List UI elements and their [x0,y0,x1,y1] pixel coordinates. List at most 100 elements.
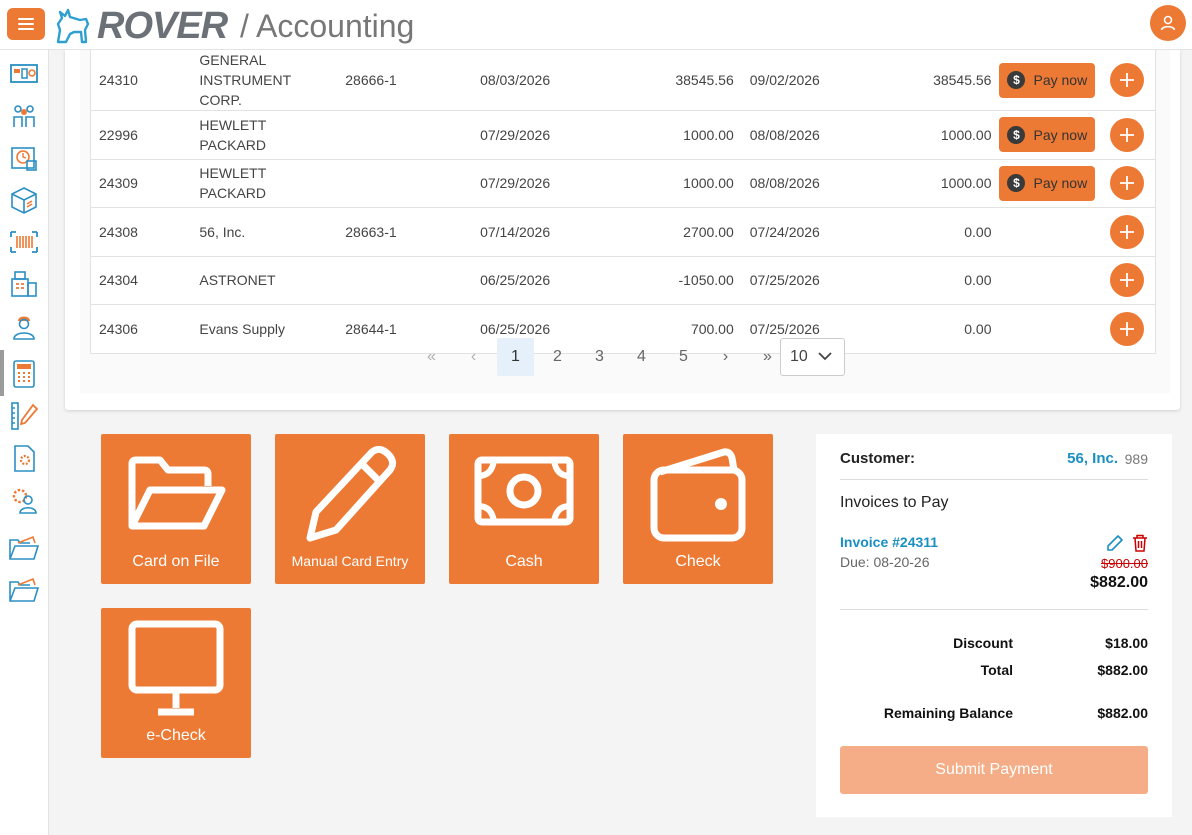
po-number-cell [337,256,473,305]
po-number-cell [337,110,473,160]
invoice-number-cell: 24304 [90,256,192,305]
balance-cell: 0.00 [841,304,1000,354]
payment-summary-panel: Customer: 56, Inc. 989 Invoices to Pay I… [816,434,1172,817]
page-size-select[interactable]: 10 [780,338,845,376]
sidebar-item-archive[interactable] [6,572,42,608]
invoice-date-cell: 08/03/2026 [472,50,592,111]
plus-icon [1120,273,1135,288]
pay-cell [999,304,1107,354]
add-to-payment-button[interactable] [1110,63,1145,97]
user-profile-button[interactable] [1150,5,1186,41]
table-row: 22996 HEWLETT PACKARD 07/29/2026 1000.00 08/… [90,110,1156,160]
page-button[interactable]: 3 [581,338,618,376]
folder-open-icon [128,456,226,530]
sidebar-item-user-settings[interactable] [6,482,42,518]
pay-now-button[interactable]: $ Pay now [999,62,1096,98]
calculator-icon [13,360,35,388]
add-to-payment-button[interactable] [1110,214,1145,249]
customer-row: Customer: 56, Inc. 989 [840,450,1148,470]
package-icon [11,187,37,214]
customer-cell: ASTRONET [191,256,338,305]
sidebar-item-accounting[interactable] [0,350,42,396]
dog-logo-icon [56,8,90,44]
page-button[interactable]: 4 [623,338,660,376]
invoices-table-wrapper: 24310 GENERAL INSTRUMENT CORP. 28666-1 08/0… [80,50,1170,393]
user-icon [1160,15,1176,31]
plus-icon [1120,224,1135,239]
add-cell [1106,50,1156,111]
invoices-table: 24310 GENERAL INSTRUMENT CORP. 28666-1 08/0… [90,50,1156,354]
users-group-icon [13,105,35,127]
chevron-down-icon [818,352,832,361]
invoice-link[interactable]: Invoice #24311 [840,534,1148,550]
page-button[interactable]: 1 [497,338,534,376]
sidebar-item-documents[interactable] [6,440,42,476]
plus-icon [1120,127,1135,142]
next-page-button[interactable]: › [707,338,744,376]
po-number-cell: 28666-1 [337,50,473,111]
sidebar-item-files[interactable] [6,530,42,566]
dollar-icon: $ [1007,174,1026,193]
page-size-value: 10 [790,348,808,365]
add-to-payment-button[interactable] [1110,166,1145,201]
invoice-date-cell: 07/14/2026 [472,207,592,257]
pay-now-button[interactable]: $ Pay now [999,117,1096,153]
top-bar: ROVER / Accounting [0,0,1192,50]
add-to-payment-button[interactable] [1110,263,1145,298]
amount-cell: 38545.56 [591,50,742,111]
add-to-payment-button[interactable] [1110,117,1145,152]
invoice-discounted-amount: $882.00 [1090,574,1148,591]
folder-icon [9,577,40,602]
customer-name-link[interactable]: 56, Inc. [1067,450,1118,467]
trash-icon[interactable] [1132,534,1148,552]
sidebar-item-register[interactable] [6,266,42,302]
hamburger-menu-button[interactable] [7,8,45,40]
table-row: 24308 56, Inc. 28663-1 07/14/2026 2700.00 07/… [90,207,1156,257]
sidebar-item-inventory[interactable] [6,182,42,218]
balance-cell: 0.00 [841,207,1000,257]
invoice-date-cell: 07/29/2026 [472,110,592,160]
due-date-cell: 07/24/2026 [741,207,842,257]
pay-cell: $ Pay now [999,159,1107,208]
add-cell [1106,256,1156,305]
due-date-cell: 07/25/2026 [741,256,842,305]
card-on-file-button[interactable]: Card on File [101,434,251,584]
page-button[interactable]: 2 [539,338,576,376]
prev-page-button[interactable]: ‹ [455,338,492,376]
brand-logo-text: ROVER [97,5,228,47]
add-to-payment-button[interactable] [1110,311,1145,346]
e-check-button[interactable]: e-Check [101,608,251,758]
table-row: 24304 ASTRONET 06/25/2026 -1050.00 07/25/202… [90,256,1156,305]
cash-button[interactable]: Cash [449,434,599,584]
dashboard-icon [10,64,38,83]
sidebar-item-estimates[interactable] [6,398,42,434]
customer-cell: HEWLETT PACKARD [191,110,338,160]
due-date-cell: 08/08/2026 [741,110,842,160]
sidebar-item-schedule[interactable] [6,140,42,176]
amount-cell: -1050.00 [591,256,742,305]
invoice-number-cell: 24308 [90,207,192,257]
edit-pencil-icon[interactable] [1106,534,1124,552]
total-label: Total [980,662,1013,678]
submit-payment-button[interactable]: Submit Payment [840,746,1148,794]
barcode-icon [10,231,38,253]
manual-card-entry-button[interactable]: Manual Card Entry [275,434,425,584]
folder-icon [9,535,40,560]
dollar-icon: $ [1007,71,1026,89]
sidebar-item-dashboard[interactable] [6,56,42,92]
first-page-button[interactable]: « [413,338,450,376]
invoice-number-cell: 24309 [90,159,192,208]
amount-cell: 1000.00 [591,159,742,208]
page-button[interactable]: 5 [665,338,702,376]
check-button[interactable]: Check [623,434,773,584]
pay-now-label: Pay now [1033,126,1088,143]
customer-cell: 56, Inc. [191,207,338,257]
sidebar-item-technicians[interactable] [6,308,42,344]
pay-now-button[interactable]: $ Pay now [999,165,1096,201]
sidebar-item-barcode[interactable] [6,224,42,260]
wallet-icon [650,448,746,542]
divider [840,609,1148,610]
balance-cell: 1000.00 [841,110,1000,160]
sidebar-item-customers[interactable] [6,98,42,134]
add-cell [1106,110,1156,160]
